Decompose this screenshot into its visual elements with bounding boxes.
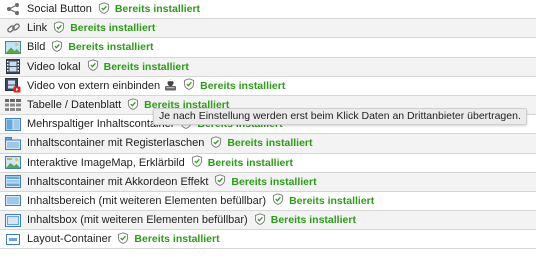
tooltip: Je nach Einstellung werden erst beim Kli…: [153, 108, 527, 125]
status-installed: Bereits installiert: [134, 233, 220, 246]
share-icon: [5, 2, 21, 16]
item-label: Layout-Container: [27, 233, 112, 246]
columns-icon: [5, 117, 21, 131]
item-label: Inhaltscontainer mit Registerlaschen: [27, 137, 205, 150]
status-installed: Bereits installiert: [231, 175, 317, 188]
status-installed: Bereits installiert: [70, 22, 156, 35]
content-box-icon: [5, 213, 21, 227]
status-installed: Bereits installiert: [289, 194, 375, 207]
list-item[interactable]: Inhaltsbox (mit weiteren Elementen befül…: [0, 211, 536, 231]
list-item[interactable]: Video lokal Bereits installiert: [0, 57, 536, 77]
list-item[interactable]: Layout-Container Bereits installiert: [0, 230, 536, 250]
list-item[interactable]: Link Bereits installiert: [0, 19, 536, 39]
check-shield-icon: [185, 155, 208, 170]
external-video-icon: [5, 78, 21, 93]
check-shield-icon: [111, 232, 134, 247]
status-installed: Bereits installiert: [270, 214, 356, 227]
check-shield-icon: [266, 193, 289, 208]
item-label: Inhaltsbox (mit weiteren Elementen befül…: [27, 214, 248, 227]
item-label: Video lokal: [27, 60, 81, 73]
privacy-info-icon[interactable]: [160, 78, 177, 94]
list-item[interactable]: Bild Bereits installiert: [0, 38, 536, 58]
check-shield-icon: [92, 1, 115, 17]
list-item[interactable]: Interaktive ImageMap, Erklärbild Bereits…: [0, 154, 536, 173]
list-item[interactable]: Inhaltsbereich (mit weiteren Elementen b…: [0, 192, 536, 212]
check-shield-icon: [121, 97, 144, 113]
link-icon: [5, 21, 21, 35]
layout-container-icon: [5, 232, 21, 246]
check-shield-icon: [208, 174, 231, 189]
tabs-container-icon: [5, 136, 21, 150]
list-item[interactable]: Video von extern einbinden Bereits insta…: [0, 77, 536, 96]
item-label: Interaktive ImageMap, Erklärbild: [27, 156, 185, 169]
item-label: Social Button: [27, 3, 92, 16]
status-installed: Bereits installiert: [103, 60, 189, 73]
status-installed: Bereits installiert: [68, 41, 154, 54]
item-label: Bild: [27, 41, 46, 54]
list-item[interactable]: Social Button Bereits installiert: [0, 0, 536, 20]
status-installed: Bereits installiert: [227, 137, 313, 150]
status-installed: Bereits installiert: [207, 156, 293, 169]
item-label: Inhaltsbereich (mit weiteren Elementen b…: [27, 194, 267, 207]
check-shield-icon: [204, 136, 227, 151]
item-label: Tabelle / Datenblatt: [27, 99, 122, 112]
table-icon: [5, 98, 21, 112]
status-installed: Bereits installiert: [114, 3, 201, 16]
film-icon: [5, 59, 21, 75]
content-area-icon: [5, 194, 21, 208]
item-label: Link: [27, 22, 48, 35]
status-installed: Bereits installiert: [200, 79, 286, 92]
check-shield-icon: [47, 21, 70, 36]
item-label: Video von extern einbinden: [27, 79, 161, 92]
item-label: Inhaltscontainer mit Akkordeon Effekt: [27, 175, 209, 188]
list-item[interactable]: Inhaltscontainer mit Registerlaschen Ber…: [0, 134, 536, 154]
check-shield-icon: [177, 78, 200, 93]
imagemap-icon: [5, 156, 21, 170]
image-icon: [5, 40, 21, 54]
check-shield-icon: [248, 212, 271, 228]
list-item[interactable]: Inhaltscontainer mit Akkordeon Effekt Be…: [0, 172, 536, 192]
check-shield-icon: [45, 40, 68, 55]
check-shield-icon: [81, 59, 104, 74]
accordion-icon: [5, 175, 21, 189]
